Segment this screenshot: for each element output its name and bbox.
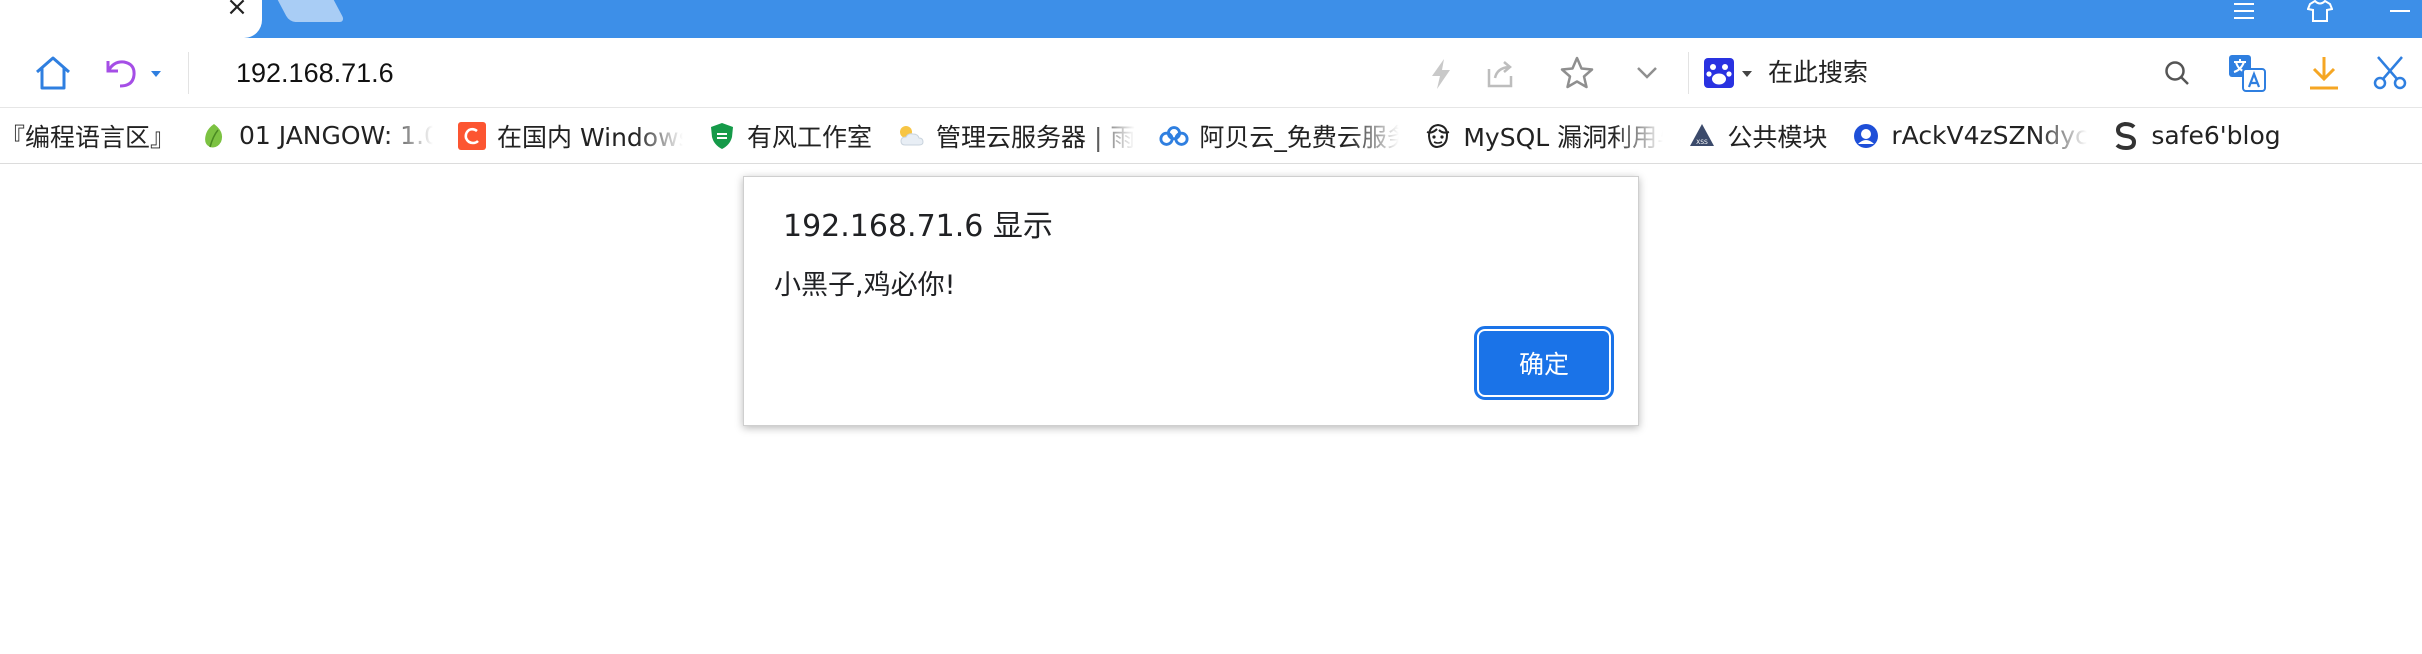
blue-ring-icon (1851, 121, 1881, 151)
star-icon[interactable] (1558, 54, 1596, 92)
download-icon[interactable] (2304, 52, 2344, 94)
baidu-paw-icon[interactable] (1702, 56, 1736, 90)
bookmark-label: 有风工作室 (747, 122, 873, 152)
tab-strip: × (0, 0, 2422, 38)
bookmark-label: MySQL 漏洞利用与 (1463, 122, 1664, 152)
bookmark-item[interactable]: safe6'blog (2101, 108, 2294, 163)
lightning-icon[interactable] (1424, 56, 1458, 92)
address-bar-url[interactable]: 192.168.71.6 (236, 54, 394, 92)
bookmark-label: safe6'blog (2151, 121, 2281, 150)
translate-icon[interactable] (2226, 52, 2268, 94)
ok-button[interactable]: 确定 (1474, 326, 1614, 400)
bookmark-item[interactable]: rAckV4zSZNdycjl (1841, 108, 2101, 163)
face-icon (1423, 121, 1453, 151)
bookmark-item[interactable]: XSS 公共模块 (1677, 108, 1841, 163)
navigation-bar: 192.168.71.6 在此搜索 (0, 38, 2422, 108)
xss-icon: XSS (1687, 121, 1717, 151)
bookmark-label: 在国内 Windows (497, 122, 684, 152)
bookmarks-bar: 『编程语言区』 01 JANGOW: 1.0 在国内 Windows 有风工作室… (0, 108, 2422, 164)
bookmark-item[interactable]: 01 JANGOW: 1.0 (189, 108, 447, 163)
alert-dialog: 192.168.71.6 显示 小黑子,鸡必你! 确定 (743, 176, 1639, 426)
engine-dropdown-icon[interactable] (1740, 68, 1754, 80)
toolbar-divider (188, 52, 189, 94)
svg-text:XSS: XSS (1696, 139, 1708, 146)
share-icon[interactable] (1482, 56, 1518, 92)
bookmark-label: 阿贝云_免费云服务 (1199, 122, 1400, 152)
bookmark-label: 01 JANGOW: 1.0 (239, 121, 434, 150)
green-leaf-icon (199, 121, 229, 151)
bookmark-item[interactable]: 在国内 Windows (447, 108, 697, 163)
search-icon[interactable] (2162, 58, 2192, 88)
bookmark-item[interactable]: 管理云服务器 | 雨 (886, 108, 1149, 163)
bookmark-label: 管理云服务器 | 雨 (936, 122, 1136, 152)
active-tab[interactable]: × (0, 0, 262, 38)
bookmark-label: 公共模块 (1727, 122, 1828, 152)
scissors-icon[interactable] (2370, 52, 2410, 94)
red-c-icon (457, 121, 487, 151)
menu-icon[interactable] (2226, 0, 2262, 22)
dialog-title: 192.168.71.6 显示 (783, 209, 1053, 244)
bookmark-item[interactable]: 阿贝云_免费云服务 (1149, 108, 1413, 163)
undo-icon[interactable] (100, 52, 142, 94)
new-tab-button[interactable] (274, 0, 346, 22)
toolbar-divider (1688, 52, 1689, 94)
bookmark-item[interactable]: MySQL 漏洞利用与 (1413, 108, 1677, 163)
dialog-message: 小黑子,鸡必你! (774, 270, 956, 301)
s-logo-icon (2111, 121, 2141, 151)
search-input[interactable]: 在此搜索 (1768, 54, 1868, 92)
dropdown-arrow-icon[interactable] (148, 66, 164, 82)
bookmark-item[interactable]: 有风工作室 (697, 108, 886, 163)
bookmark-label: rAckV4zSZNdycjl (1891, 121, 2088, 150)
bookmark-label: 『编程语言区』 (0, 122, 176, 152)
home-icon[interactable] (30, 52, 76, 94)
green-shield-icon (707, 121, 737, 151)
search-box[interactable]: 在此搜索 (1700, 48, 2189, 98)
close-tab-icon[interactable]: × (222, 0, 252, 20)
minimize-icon[interactable] (2382, 0, 2418, 22)
bookmark-item[interactable]: 『编程语言区』 (0, 108, 189, 163)
cloud-chain-icon (1159, 121, 1189, 151)
chevron-down-icon[interactable] (1632, 60, 1662, 86)
sun-cloud-icon (896, 121, 926, 151)
shirt-skin-icon[interactable] (2302, 0, 2338, 22)
